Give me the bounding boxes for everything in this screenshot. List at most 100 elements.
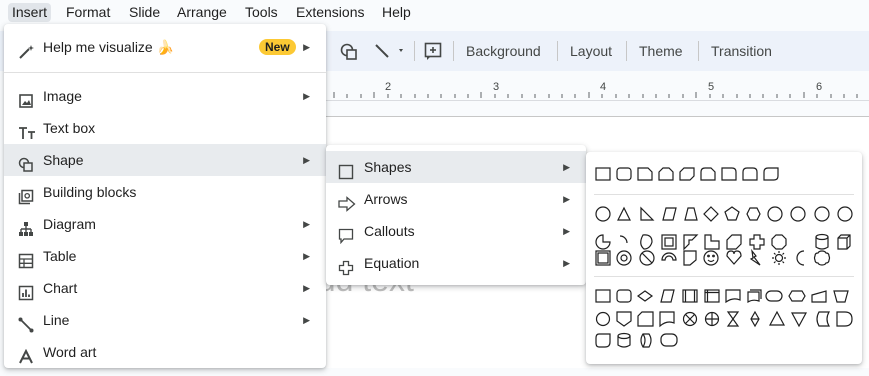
menu-item-diagram[interactable]: Diagram ▶ <box>4 208 326 240</box>
menu-item-text-box[interactable]: Text box <box>4 112 326 144</box>
text-box-icon <box>18 120 35 139</box>
slide-edge <box>326 116 869 117</box>
submenu-arrow-icon: ▶ <box>303 283 310 293</box>
flowchart-card-icon <box>637 311 654 327</box>
flowchart-document-icon <box>725 289 741 304</box>
sparkle-pen-icon <box>18 39 34 59</box>
submenu-arrow-icon: ▶ <box>303 251 310 261</box>
menu-item-label: Image <box>43 88 82 104</box>
flowchart-punched-tape-icon <box>659 311 675 328</box>
submenu-item-callouts[interactable]: Callouts ▶ <box>326 215 586 247</box>
toolbar-divider <box>557 41 558 61</box>
menu-item-chart[interactable]: Chart ▶ <box>4 272 326 304</box>
flowchart-stored-data-icon <box>816 311 831 327</box>
callout-icon <box>338 223 354 245</box>
menu-item-label: Shape <box>43 152 84 168</box>
menu-item-word-art[interactable]: Word art <box>4 336 326 368</box>
menu-divider <box>4 72 326 73</box>
plus-icon <box>338 255 354 276</box>
flowchart-data-icon <box>660 289 675 303</box>
shape-icon <box>18 152 34 172</box>
layout-button[interactable]: Layout <box>570 31 612 71</box>
help-me-visualize-item[interactable]: Help me visualize 🍌 New ▶ <box>4 31 326 63</box>
flowchart-delay-icon <box>836 311 853 327</box>
arrow-icon <box>338 191 356 212</box>
flowchart-manual-operation-icon <box>833 290 849 303</box>
ruler-ticks <box>333 92 858 98</box>
shapes-gallery <box>586 152 862 364</box>
submenu-item-shapes[interactable]: Shapes ▶ <box>326 151 586 183</box>
submenu-arrow-icon: ▶ <box>563 194 570 204</box>
submenu-item-arrows[interactable]: Arrows ▶ <box>326 183 586 215</box>
toolbar-divider <box>414 41 415 61</box>
shape-submenu: Shapes ▶ Arrows ▶ Callouts ▶ Equation ▶ <box>326 145 586 285</box>
menu-arrange[interactable]: Arrange <box>173 3 231 22</box>
insert-menu: Help me visualize 🍌 New ▶ Image ▶ Text b… <box>4 24 326 368</box>
toolbar-divider <box>453 41 454 61</box>
flowchart-sequential-storage-icon <box>595 333 611 348</box>
menu-item-label: Building blocks <box>43 184 137 200</box>
menu-item-label: Diagram <box>43 216 96 232</box>
toolbar-divider <box>698 41 699 61</box>
flowchart-collate-icon <box>726 311 740 327</box>
diagram-icon <box>18 216 34 236</box>
background-button[interactable]: Background <box>466 31 541 71</box>
flowchart-merge-icon <box>790 312 808 328</box>
submenu-arrow-icon: ▶ <box>303 315 310 325</box>
menu-item-label: Line <box>43 312 70 328</box>
toolbar-divider <box>626 41 627 61</box>
help-me-visualize-label: Help me visualize 🍌 <box>43 39 175 55</box>
menu-format[interactable]: Format <box>62 3 114 22</box>
menu-insert[interactable]: Insert <box>8 3 52 22</box>
shapes-gallery-flowchart <box>595 289 853 348</box>
submenu-item-label: Arrows <box>364 191 408 207</box>
flowchart-offpage-connector-icon <box>616 311 632 327</box>
submenu-arrow-icon: ▶ <box>563 162 570 172</box>
flowchart-terminator-icon <box>765 290 783 302</box>
ruler-number: 5 <box>708 81 715 93</box>
flowchart-display-icon <box>660 333 678 347</box>
submenu-item-equation[interactable]: Equation ▶ <box>326 247 586 279</box>
shape-tool-icon[interactable] <box>340 43 358 66</box>
flowchart-preparation-icon <box>788 290 806 302</box>
submenu-arrow-icon: ▶ <box>303 91 310 101</box>
submenu-item-label: Callouts <box>364 223 415 239</box>
menubar: Insert Format Slide Arrange Tools Extens… <box>0 0 869 24</box>
menu-item-line[interactable]: Line ▶ <box>4 304 326 336</box>
menu-item-table[interactable]: Table ▶ <box>4 240 326 272</box>
submenu-item-label: Shapes <box>364 159 412 175</box>
submenu-arrow-icon: ▶ <box>303 155 310 165</box>
menu-item-building-blocks[interactable]: Building blocks <box>4 176 326 208</box>
ruler-number: 4 <box>600 81 607 93</box>
menu-item-image[interactable]: Image ▶ <box>4 80 326 112</box>
comment-icon[interactable] <box>424 42 442 65</box>
menu-item-shape[interactable]: Shape ▶ <box>4 144 326 176</box>
ruler-number: 2 <box>385 81 392 93</box>
flowchart-alternate-process-icon <box>616 289 632 303</box>
flowchart-process-icon <box>595 289 611 303</box>
transition-button[interactable]: Transition <box>711 31 772 71</box>
image-icon <box>18 88 34 108</box>
menu-extensions[interactable]: Extensions <box>292 3 368 22</box>
menu-item-label: Chart <box>43 280 78 296</box>
new-badge: New <box>259 39 296 55</box>
ruler-number: 6 <box>816 81 823 93</box>
ruler-number: 3 <box>493 81 500 93</box>
menu-tools[interactable]: Tools <box>241 3 282 22</box>
word-art-icon <box>18 344 34 364</box>
menu-item-label: Table <box>43 248 77 264</box>
theme-button[interactable]: Theme <box>639 31 683 71</box>
building-blocks-icon <box>18 184 34 205</box>
flowchart-manual-input-icon <box>811 290 827 303</box>
menu-slide[interactable]: Slide <box>125 3 164 22</box>
horizontal-ruler: 2 3 4 5 6 <box>326 78 869 101</box>
flowchart-connector-icon <box>595 311 611 327</box>
submenu-arrow-icon: ▶ <box>303 42 310 52</box>
flowchart-decision-icon <box>636 290 654 302</box>
menu-help[interactable]: Help <box>378 3 415 22</box>
menu-item-label: Text box <box>43 120 96 136</box>
submenu-arrow-icon: ▶ <box>563 258 570 268</box>
line-tool-icon[interactable] <box>373 42 405 65</box>
submenu-arrow-icon: ▶ <box>563 226 570 236</box>
submenu-item-label: Equation <box>364 255 420 271</box>
